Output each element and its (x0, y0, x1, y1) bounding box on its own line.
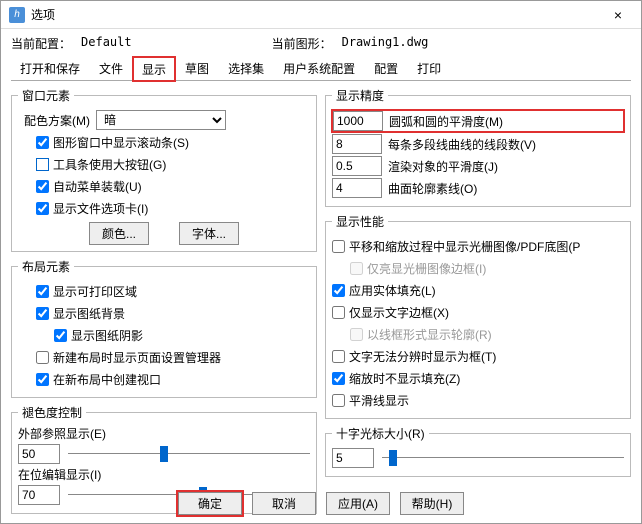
xref-display-label: 外部参照显示(E) (18, 425, 310, 442)
color-scheme-label: 配色方案(M) (24, 112, 90, 129)
fade-control-legend: 褪色度控制 (18, 404, 86, 421)
polyline-segments-input[interactable] (332, 134, 382, 154)
window-elements-legend: 窗口元素 (18, 87, 74, 104)
create-viewport-checkbox[interactable]: 在新布局中创建视口 (36, 371, 161, 388)
tab-open-save[interactable]: 打开和保存 (11, 56, 89, 80)
solid-fill-checkbox[interactable]: 应用实体填充(L) (332, 282, 436, 299)
auto-menu-checkbox[interactable]: 自动菜单装载(U) (36, 178, 142, 195)
tab-profiles[interactable]: 配置 (365, 56, 407, 80)
highlight-raster-frame-checkbox: 仅亮显光栅图像边框(I) (350, 260, 486, 277)
contour-lines-input[interactable] (332, 178, 382, 198)
close-icon[interactable]: × (603, 7, 633, 23)
color-scheme-select[interactable]: 暗 (96, 110, 226, 130)
cancel-button[interactable]: 取消 (252, 492, 316, 515)
text-frame-only-checkbox[interactable]: 仅显示文字边框(X) (332, 304, 449, 321)
text-as-box-checkbox[interactable]: 文字无法分辨时显示为框(T) (332, 348, 496, 365)
tab-draft[interactable]: 草图 (176, 56, 218, 80)
paper-shadow-checkbox[interactable]: 显示图纸阴影 (54, 327, 143, 344)
current-config-label: 当前配置： (11, 35, 71, 52)
paper-background-checkbox[interactable]: 显示图纸背景 (36, 305, 125, 322)
fonts-button[interactable]: 字体... (179, 222, 239, 245)
layout-elements-legend: 布局元素 (18, 258, 74, 275)
tab-user[interactable]: 用户系统配置 (274, 56, 364, 80)
inplace-edit-label: 在位编辑显示(I) (18, 466, 310, 483)
printable-area-checkbox[interactable]: 显示可打印区域 (36, 283, 137, 300)
polyline-segments-label: 每条多段线曲线的线段数(V) (388, 136, 624, 153)
app-icon: h (9, 7, 25, 23)
display-performance-legend: 显示性能 (332, 213, 388, 230)
current-config-value: Default (81, 35, 132, 52)
tab-bar: 打开和保存 文件 显示 草图 选择集 用户系统配置 配置 打印 (11, 56, 631, 81)
render-smoothness-label: 渲染对象的平滑度(J) (388, 158, 624, 175)
current-drawing-label: 当前图形： (272, 35, 332, 52)
help-button[interactable]: 帮助(H) (400, 492, 464, 515)
tab-plot[interactable]: 打印 (408, 56, 450, 80)
arc-smoothness-label: 圆弧和圆的平滑度(M) (389, 113, 623, 130)
ok-button[interactable]: 确定 (178, 492, 242, 515)
zoom-no-fill-checkbox[interactable]: 缩放时不显示填充(Z) (332, 370, 460, 387)
tab-display[interactable]: 显示 (133, 57, 175, 81)
wireframe-silhouette-checkbox: 以线框形式显示轮廓(R) (350, 326, 492, 343)
window-title: 选项 (31, 6, 603, 23)
crosshair-size-legend: 十字光标大小(R) (332, 425, 429, 442)
pan-raster-checkbox[interactable]: 平移和缩放过程中显示光栅图像/PDF底图(P (332, 238, 580, 255)
crosshair-size-input[interactable] (332, 448, 374, 468)
tab-files[interactable]: 文件 (90, 56, 132, 80)
crosshair-size-slider[interactable] (382, 449, 624, 467)
colors-button[interactable]: 颜色... (89, 222, 149, 245)
large-buttons-checkbox[interactable]: 工具条使用大按钮(G) (36, 156, 166, 173)
arc-smoothness-input[interactable] (333, 111, 383, 131)
show-scrollbars-checkbox[interactable]: 图形窗口中显示滚动条(S) (36, 134, 189, 151)
apply-button[interactable]: 应用(A) (326, 492, 390, 515)
page-setup-manager-checkbox[interactable]: 新建布局时显示页面设置管理器 (36, 349, 221, 366)
xref-display-slider[interactable] (68, 445, 310, 463)
display-precision-legend: 显示精度 (332, 87, 388, 104)
current-drawing-value: Drawing1.dwg (342, 35, 429, 52)
render-smoothness-input[interactable] (332, 156, 382, 176)
tab-selection[interactable]: 选择集 (219, 56, 273, 80)
file-tabs-checkbox[interactable]: 显示文件选项卡(I) (36, 200, 148, 217)
xref-display-input[interactable] (18, 444, 60, 464)
smooth-line-checkbox[interactable]: 平滑线显示 (332, 392, 409, 409)
contour-lines-label: 曲面轮廓素线(O) (388, 180, 624, 197)
